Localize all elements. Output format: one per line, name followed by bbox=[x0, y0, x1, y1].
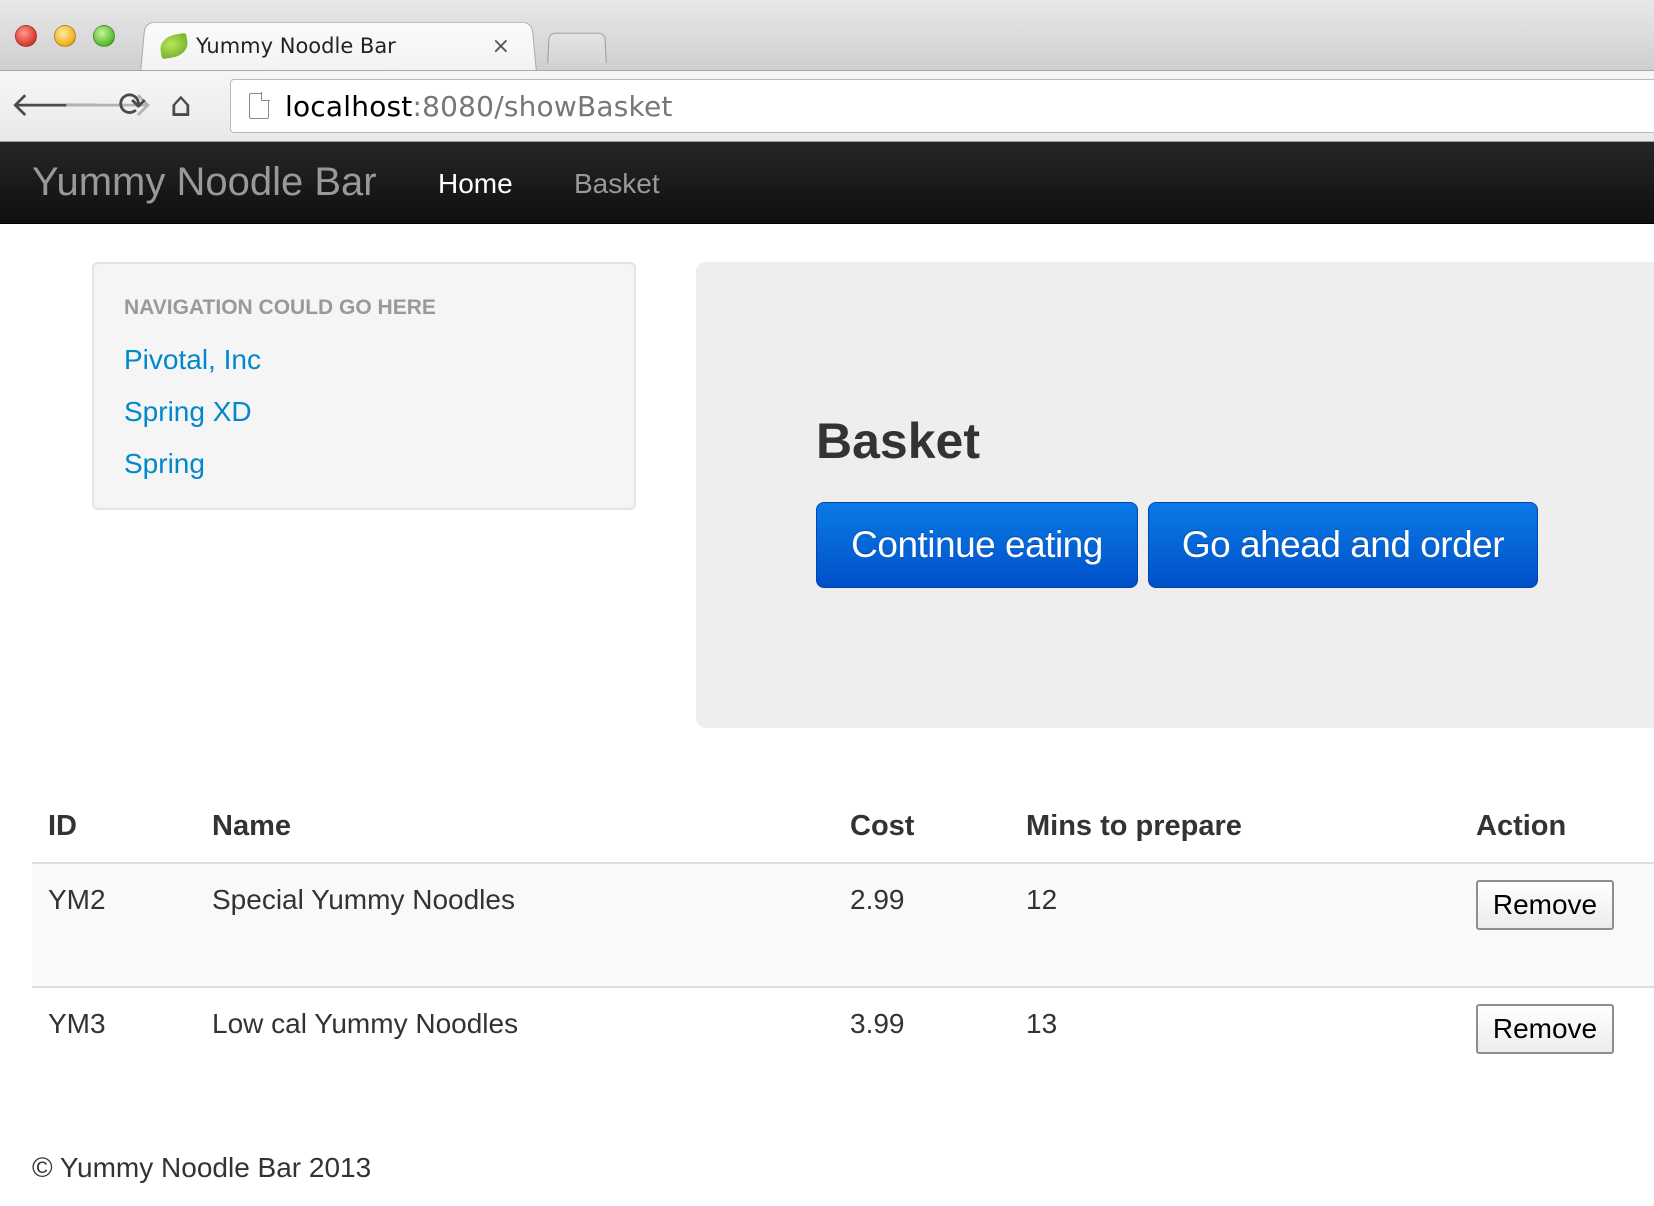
continue-eating-button[interactable]: Continue eating bbox=[816, 502, 1138, 588]
page-icon bbox=[249, 92, 270, 119]
cell-id: YM3 bbox=[48, 1008, 106, 1039]
browser-toolbar: 🡐 🡒 ⟳ ⌂ localhost:8080/showBasket bbox=[0, 70, 1654, 142]
url-text[interactable]: localhost:8080/showBasket bbox=[285, 90, 673, 123]
sidebar-link-spring[interactable]: Spring bbox=[124, 448, 205, 480]
footer-copyright: © Yummy Noodle Bar 2013 bbox=[32, 1152, 372, 1183]
cell-cost: 2.99 bbox=[850, 884, 905, 915]
cell-mins: 13 bbox=[1026, 1008, 1058, 1039]
sidebar-link-pivotal[interactable]: Pivotal, Inc bbox=[124, 344, 261, 376]
page-title: Basket bbox=[816, 413, 980, 469]
window-controls bbox=[15, 25, 115, 47]
zoom-window-button[interactable] bbox=[93, 25, 115, 47]
close-window-button[interactable] bbox=[15, 25, 37, 47]
order-button[interactable]: Go ahead and order bbox=[1148, 502, 1538, 588]
reload-icon[interactable]: ⟳ bbox=[118, 85, 147, 125]
browser-tab-strip: Yummy Noodle Bar × bbox=[0, 0, 1654, 73]
sidebar-nav: Navigation could go here Pivotal, Inc Sp… bbox=[92, 262, 636, 510]
remove-button[interactable]: Remove bbox=[1476, 880, 1614, 930]
home-icon[interactable]: ⌂ bbox=[170, 85, 192, 125]
browser-tab-content[interactable]: Yummy Noodle Bar × bbox=[158, 24, 530, 68]
address-bar[interactable]: localhost:8080/showBasket bbox=[230, 79, 1654, 133]
cell-name: Low cal Yummy Noodles bbox=[212, 1008, 519, 1039]
nav-home-link[interactable]: Home bbox=[438, 168, 513, 200]
sidebar-link-spring-xd[interactable]: Spring XD bbox=[124, 396, 252, 428]
sidebar-header: Navigation could go here bbox=[124, 296, 436, 319]
table-row: YM2 Special Yummy Noodles 2.99 12 Remove bbox=[32, 862, 1654, 986]
column-header-id: ID bbox=[48, 810, 77, 842]
url-path: :8080/showBasket bbox=[412, 89, 673, 123]
cell-mins: 12 bbox=[1026, 884, 1058, 915]
nav-basket-link[interactable]: Basket bbox=[574, 168, 660, 200]
table-row: YM3 Low cal Yummy Noodles 3.99 13 Remove bbox=[32, 986, 1654, 1110]
column-header-mins: Mins to prepare bbox=[1026, 810, 1242, 842]
url-host: localhost bbox=[285, 89, 413, 123]
tab-title: Yummy Noodle Bar bbox=[196, 34, 396, 58]
cell-cost: 3.99 bbox=[850, 1008, 905, 1039]
column-header-cost: Cost bbox=[850, 810, 915, 842]
brand-link[interactable]: Yummy Noodle Bar bbox=[32, 160, 377, 205]
minimize-window-button[interactable] bbox=[54, 25, 76, 47]
new-tab-button[interactable] bbox=[547, 32, 607, 64]
column-header-action: Action bbox=[1476, 810, 1567, 842]
spring-leaf-icon bbox=[158, 32, 190, 60]
tab-close-icon[interactable]: × bbox=[492, 34, 510, 59]
remove-button[interactable]: Remove bbox=[1476, 1004, 1614, 1054]
column-header-name: Name bbox=[212, 810, 291, 842]
cell-name: Special Yummy Noodles bbox=[212, 884, 515, 915]
cell-id: YM2 bbox=[48, 884, 106, 915]
site-navbar: Yummy Noodle Bar Home Basket bbox=[0, 142, 1654, 224]
hero-unit: Basket Continue eating Go ahead and orde… bbox=[696, 262, 1654, 728]
